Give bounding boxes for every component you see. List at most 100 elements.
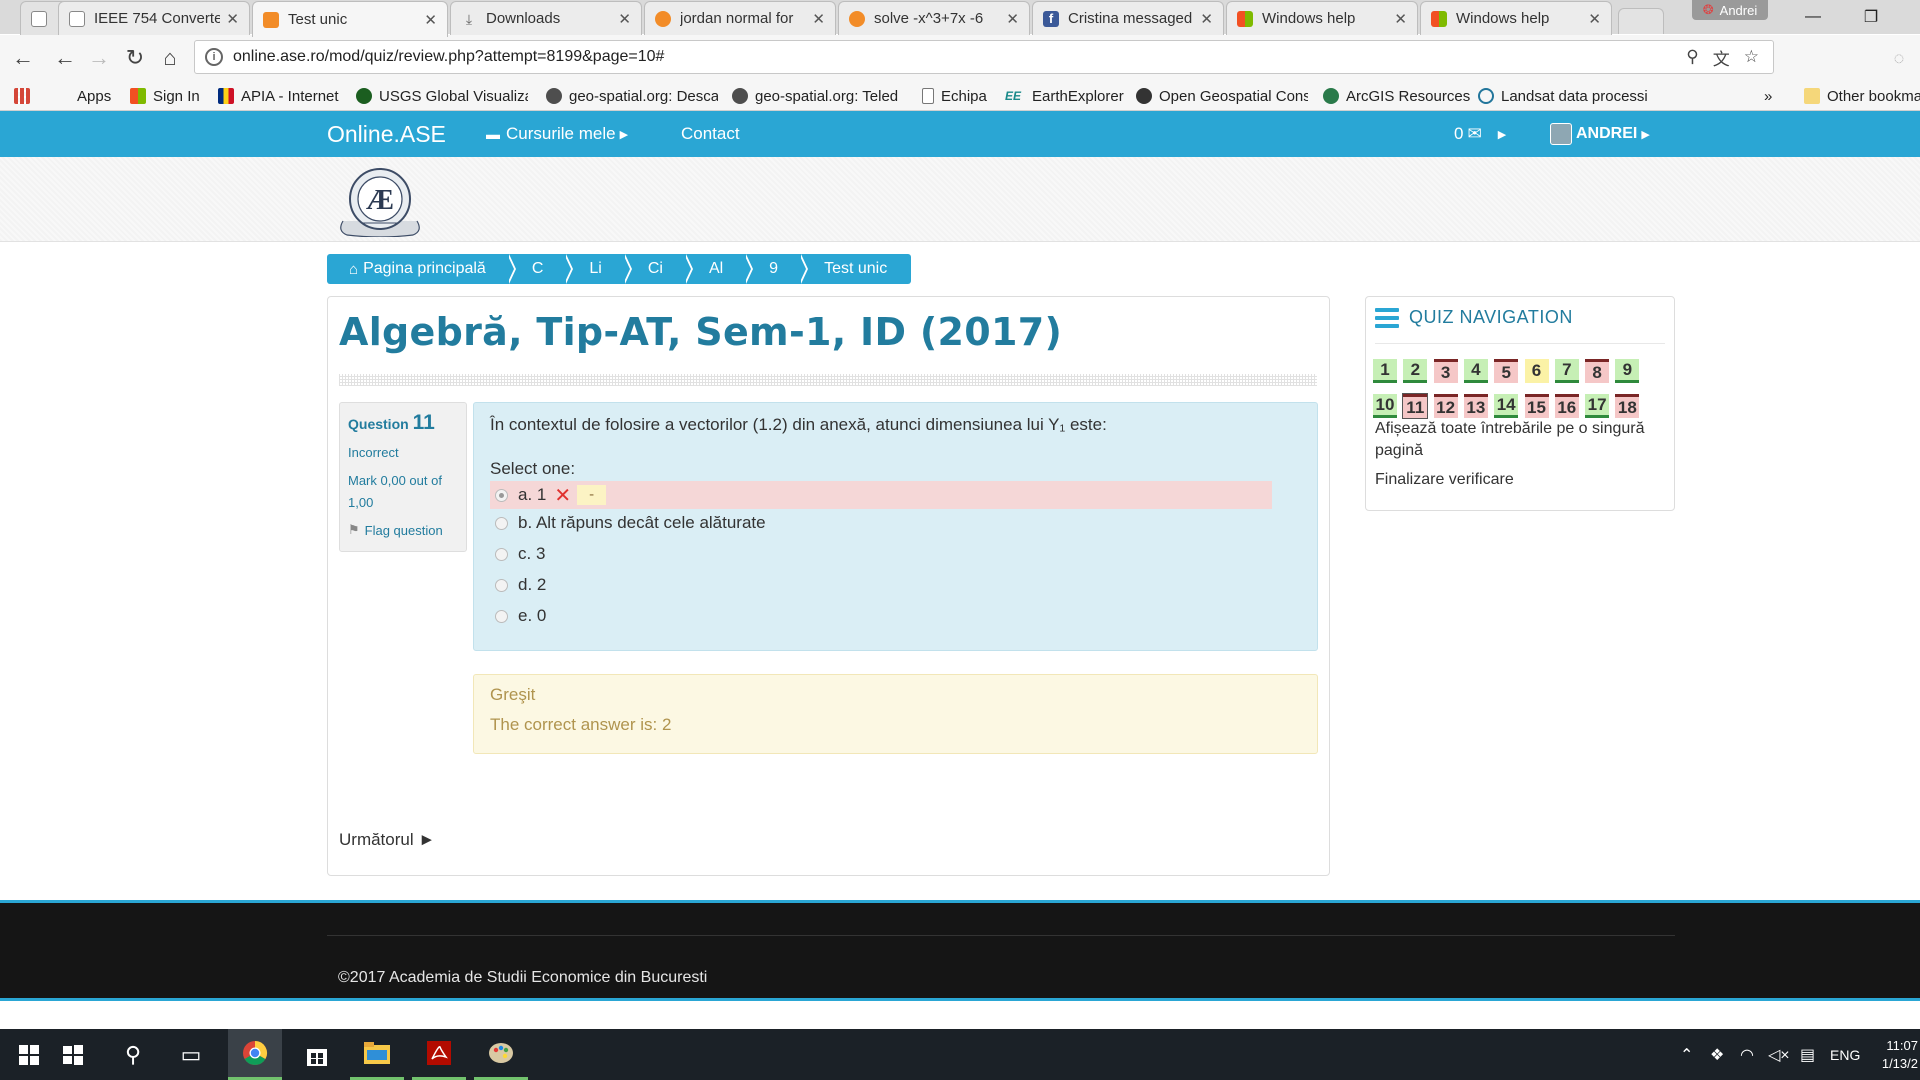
other-bookmarks[interactable]: Other bookma [1804, 81, 1920, 111]
star-icon[interactable]: ☆ [1744, 47, 1759, 67]
breadcrumb-item[interactable]: Ci [626, 254, 694, 284]
tab-solve[interactable]: solve -x^3+7x -6 ✕ [838, 1, 1030, 35]
answer-option-d[interactable]: d. 2 [490, 571, 1272, 599]
quiz-nav-button-17[interactable]: 17 [1585, 394, 1610, 418]
breadcrumb-current[interactable]: Test unic [802, 254, 911, 284]
answer-option-b[interactable]: b. Alt răpuns decât cele alăturate [490, 509, 1272, 537]
notifications-icon[interactable]: ▤ [1800, 1029, 1815, 1080]
radio-button[interactable] [495, 578, 508, 592]
chrome-taskbar-button[interactable] [228, 1029, 282, 1080]
url-text[interactable]: online.ase.ro/mod/quiz/review.php?attemp… [233, 48, 1686, 66]
answer-option-c[interactable]: c. 3 [490, 540, 1272, 568]
tab-test-unic[interactable]: Test unic ✕ [252, 1, 448, 37]
answer-option-a[interactable]: a. 1 ✕ - [490, 481, 1272, 509]
store-icon[interactable] [290, 1029, 344, 1080]
back-arrow-icon[interactable]: ← [8, 43, 38, 73]
flag-question-button[interactable]: ⚑ Flag question [348, 522, 458, 538]
answer-option-e[interactable]: e. 0 [490, 602, 1272, 630]
profile-button[interactable]: ❂ Andrei [1692, 0, 1768, 20]
breadcrumb-item[interactable]: 9 [747, 254, 808, 284]
bookmark-echipa[interactable]: Echipa [922, 81, 987, 111]
messages-menu[interactable]: 0 ✉ ▶ [1454, 111, 1506, 157]
close-icon[interactable]: ✕ [1394, 10, 1407, 28]
paint-taskbar-button[interactable] [474, 1029, 528, 1080]
radio-button[interactable] [495, 547, 508, 561]
quiz-nav-button-3[interactable]: 3 [1433, 359, 1458, 383]
breadcrumb-item[interactable]: Al [687, 254, 754, 284]
tab-windows-help-1[interactable]: Windows help ✕ [1226, 1, 1418, 35]
radio-button[interactable] [495, 516, 508, 530]
quiz-nav-button-4[interactable]: 4 [1463, 359, 1488, 383]
close-icon[interactable]: ✕ [1588, 10, 1601, 28]
breadcrumb-item[interactable]: C [510, 254, 573, 284]
breadcrumb-item[interactable]: Li [567, 254, 633, 284]
clock[interactable]: 11:07 1/13/2 [1878, 1029, 1918, 1080]
quiz-nav-button-14[interactable]: 14 [1494, 394, 1519, 418]
tab-windows-help-2[interactable]: Windows help ✕ [1420, 1, 1612, 35]
bookmark-ogc[interactable]: Open Geospatial Cons [1136, 81, 1308, 111]
info-icon[interactable]: i [205, 48, 223, 66]
close-icon[interactable]: ✕ [1006, 10, 1019, 28]
quiz-nav-button-9[interactable]: 9 [1615, 359, 1640, 383]
tab-facebook[interactable]: f Cristina messaged ✕ [1032, 1, 1224, 35]
nav-contact[interactable]: Contact [681, 111, 740, 157]
close-icon[interactable]: ✕ [424, 11, 437, 29]
close-icon[interactable]: ✕ [812, 10, 825, 28]
address-bar[interactable]: i online.ase.ro/mod/quiz/review.php?atte… [194, 40, 1774, 74]
new-tab-button[interactable] [1618, 8, 1664, 34]
restore-button[interactable]: ❐ [1842, 0, 1900, 34]
bookmarks-overflow-button[interactable]: » [1764, 81, 1772, 111]
quiz-nav-button-13[interactable]: 13 [1463, 394, 1488, 418]
quiz-nav-button-7[interactable]: 7 [1554, 359, 1579, 383]
translate-icon[interactable]: 文 [1713, 45, 1730, 70]
bookmark-arcgis[interactable]: ArcGIS Resources [1323, 81, 1470, 111]
bookmark-landsat[interactable]: Landsat data processi [1478, 81, 1650, 111]
nav-my-courses[interactable]: ▬ Cursurile mele ▶ [486, 111, 628, 157]
close-icon[interactable]: ✕ [618, 10, 631, 28]
back-button[interactable]: ← [50, 43, 80, 73]
windows-icon[interactable] [46, 1029, 100, 1080]
quiz-nav-button-10[interactable]: 10 [1373, 394, 1397, 418]
bookmark-sign-in[interactable]: Sign In [130, 81, 200, 111]
next-page-link[interactable]: Următorul ► [339, 830, 435, 850]
quiz-nav-button-1[interactable]: 1 [1373, 359, 1397, 383]
wifi-icon[interactable]: ◠ [1740, 1029, 1754, 1080]
home-button[interactable]: ⌂ [155, 43, 185, 73]
quiz-nav-button-6[interactable]: 6 [1524, 359, 1549, 383]
quiz-nav-button-12[interactable]: 12 [1433, 394, 1458, 418]
quiz-nav-button-18[interactable]: 18 [1615, 394, 1640, 418]
acrobat-taskbar-button[interactable] [412, 1029, 466, 1080]
bookmark-apps[interactable]: Apps [14, 81, 111, 111]
bookmark-geo-spatial-1[interactable]: geo-spatial.org: Desca [546, 81, 718, 111]
bookmark-usgs[interactable]: USGS Global Visualiza [356, 81, 528, 111]
file-explorer-taskbar-button[interactable] [350, 1029, 404, 1080]
close-icon[interactable]: ✕ [1200, 10, 1213, 28]
radio-button[interactable] [495, 488, 508, 502]
forward-button[interactable]: → [84, 43, 114, 73]
close-icon[interactable]: ✕ [226, 10, 239, 28]
tray-overflow-icon[interactable]: ⌃ [1680, 1029, 1693, 1080]
quiz-nav-button-5[interactable]: 5 [1494, 359, 1519, 383]
tab-jordan[interactable]: jordan normal for ✕ [644, 1, 836, 35]
quiz-nav-button-8[interactable]: 8 [1585, 359, 1610, 383]
tab-ieee[interactable]: IEEE 754 Converte ✕ [58, 1, 250, 35]
bookmark-geo-spatial-2[interactable]: geo-spatial.org: Teled [732, 81, 904, 111]
finish-review-link[interactable]: Finalizare verificare [1375, 469, 1514, 491]
search-icon[interactable]: ⚲ [106, 1029, 160, 1080]
minimize-button[interactable]: — [1784, 0, 1842, 34]
quiz-nav-button-2[interactable]: 2 [1403, 359, 1428, 383]
ase-logo[interactable]: Æ [333, 165, 427, 237]
bookmark-apia[interactable]: APIA - Internet [218, 81, 339, 111]
tab-downloads[interactable]: ⤓ Downloads ✕ [450, 1, 642, 35]
task-view-icon[interactable]: ▭ [164, 1029, 218, 1080]
breadcrumb-home[interactable]: ⌂ Pagina principală [327, 254, 516, 284]
zoom-icon[interactable]: ⚲ [1686, 47, 1698, 67]
dropbox-icon[interactable]: ❖ [1710, 1029, 1724, 1080]
quiz-nav-button-15[interactable]: 15 [1524, 394, 1549, 418]
radio-button[interactable] [495, 609, 508, 623]
user-menu[interactable]: ANDREI ▶ [1550, 111, 1650, 157]
hamburger-icon[interactable] [1375, 307, 1399, 328]
quiz-nav-button-16[interactable]: 16 [1554, 394, 1579, 418]
show-all-questions-link[interactable]: Afișează toate întrebările pe o singură … [1375, 418, 1665, 462]
language-indicator[interactable]: ENG [1830, 1029, 1860, 1080]
